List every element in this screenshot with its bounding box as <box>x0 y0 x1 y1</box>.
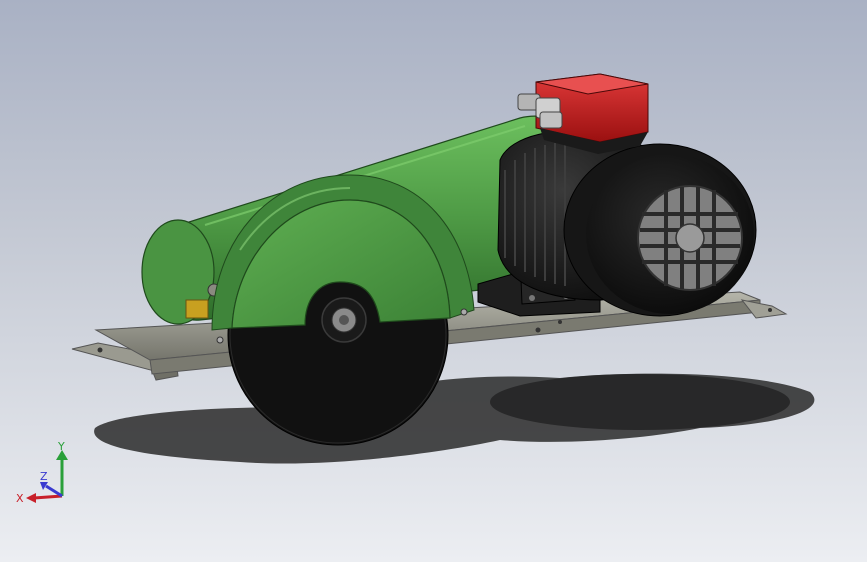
graphics-viewport[interactable]: Y X Z <box>0 0 867 562</box>
electric-motor[interactable] <box>497 130 757 317</box>
orientation-triad[interactable]: Y X Z <box>14 440 80 512</box>
model-scene[interactable] <box>0 0 867 562</box>
cooling-fins <box>504 142 566 286</box>
z-axis-label: Z <box>40 470 48 483</box>
fan-grille <box>637 185 743 291</box>
blade-arbor <box>321 297 367 343</box>
floor-shadow <box>94 373 815 464</box>
x-axis-line <box>33 494 63 500</box>
x-axis-label: X <box>16 492 24 505</box>
y-axis-label: Y <box>57 440 65 453</box>
z-axis-line <box>45 484 63 498</box>
x-axis-arrow <box>26 493 36 503</box>
